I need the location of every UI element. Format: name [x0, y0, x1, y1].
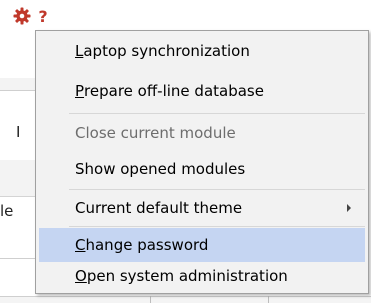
menu-item-label: aptop synchronization	[83, 42, 250, 60]
menu-item-label: Show opened modules	[75, 160, 246, 178]
menu-separator	[69, 113, 365, 114]
settings-button[interactable]	[12, 6, 32, 26]
menu-item-laptop-synchronization[interactable]: Laptop synchronization	[39, 34, 365, 68]
menu-separator	[69, 189, 365, 190]
menu-item-label: Close current module	[75, 124, 236, 142]
grid-column-divider	[150, 296, 151, 303]
app-window: ? I le Laptop synchronization Prepare of…	[0, 0, 371, 303]
menu-item-label: pen system administration	[86, 267, 288, 285]
menu-item-close-current-module: Close current module	[39, 116, 365, 150]
mnemonic: L	[75, 42, 84, 60]
menu-item-open-system-administration[interactable]: Open system administration	[39, 259, 365, 293]
mnemonic: C	[75, 236, 86, 254]
background-label: le	[0, 202, 14, 220]
help-button[interactable]: ?	[33, 6, 53, 26]
background-label: I	[16, 123, 21, 141]
mnemonic: O	[75, 267, 87, 285]
menu-item-current-default-theme[interactable]: Current default theme	[39, 191, 365, 225]
toolbar: ?	[0, 0, 371, 28]
mnemonic: P	[75, 82, 85, 100]
divider	[0, 258, 40, 259]
menu-item-prepare-offline-database[interactable]: Prepare off-line database	[39, 74, 365, 108]
submenu-arrow-icon	[347, 204, 351, 212]
menu-item-label: Current default theme	[75, 199, 243, 217]
menu-item-label: repare off-line database	[84, 82, 264, 100]
menu-item-change-password[interactable]: Change password	[39, 228, 365, 262]
background-grid	[0, 296, 371, 303]
menu-item-label: hange password	[85, 236, 209, 254]
gear-icon	[13, 7, 31, 25]
menu-separator	[69, 226, 365, 227]
grid-column-divider	[268, 296, 269, 303]
menu-item-show-opened-modules[interactable]: Show opened modules	[39, 152, 365, 186]
divider	[0, 90, 40, 91]
settings-menu: Laptop synchronization Prepare off-line …	[35, 30, 369, 294]
